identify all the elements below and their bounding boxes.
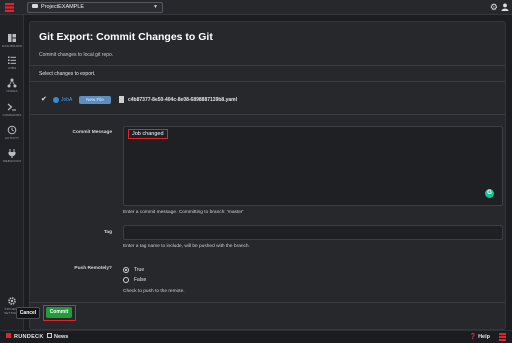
sidebar-item-label: COMMANDS — [2, 113, 22, 117]
commit-button[interactable]: Commit — [46, 307, 72, 318]
sidebar-item-commands[interactable]: COMMANDS — [0, 102, 24, 117]
jobs-list-icon — [8, 56, 16, 64]
news-link[interactable]: News — [47, 333, 69, 340]
webhook-icon — [8, 149, 16, 158]
project-selector[interactable]: ProjectEXAMPLE ▼ — [27, 2, 163, 13]
cancel-button[interactable]: Cancel — [16, 307, 40, 319]
history-icon — [7, 125, 17, 135]
divider — [30, 114, 505, 115]
tag-help-text: Enter a tag name to include, will be pus… — [123, 244, 250, 249]
sidebar-item-nodes[interactable]: NODES — [0, 78, 24, 93]
help-label: Help — [478, 334, 490, 340]
user-icon[interactable] — [501, 3, 509, 11]
folder-icon — [32, 3, 38, 8]
rundeck-brand[interactable]: RUNDECK — [6, 333, 44, 340]
top-bar: ProjectEXAMPLE ▼ ⚙ — [0, 0, 512, 15]
rundeck-mark-icon — [499, 333, 506, 341]
select-changes-label: Select changes to export. — [39, 71, 96, 77]
sidebar-item-activity[interactable]: ACTIVITY — [0, 125, 24, 140]
rundeck-logo-icon — [6, 333, 11, 339]
job-link[interactable]: JobA — [61, 95, 72, 105]
radio-selected-icon[interactable] — [123, 267, 129, 273]
nodes-icon — [7, 78, 17, 88]
gear-icon — [8, 297, 16, 305]
commit-message-textarea[interactable]: Job changed G — [123, 126, 503, 206]
push-help-text: Check to push to the remote. — [123, 289, 185, 294]
news-label: News — [54, 334, 69, 340]
divider — [30, 65, 505, 66]
sidebar-item-webhooks[interactable]: WEBHOOKS — [0, 148, 24, 163]
tag-label: Tag — [103, 230, 112, 235]
radio-label: True — [134, 267, 145, 273]
file-name: c4b87377-8e50-404c-8e08-6898887139b8.yam… — [128, 97, 237, 103]
sidebar-item-label: NODES — [6, 89, 18, 93]
help-circle-icon: ❓ — [469, 334, 477, 340]
commit-button-highlight: Commit — [43, 305, 76, 321]
new-file-badge: New File — [79, 96, 111, 104]
grammarly-icon[interactable]: G — [485, 189, 494, 198]
project-name: ProjectEXAMPLE — [41, 4, 85, 10]
gear-icon[interactable]: ⚙ — [490, 2, 498, 12]
commit-message-text: Job changed — [128, 129, 168, 139]
sidebar-item-label: DASHBOARD — [2, 44, 22, 48]
sidebar-item-dashboard[interactable]: DASHBOARD — [0, 33, 24, 48]
page-subtitle: Commit changes to local git repo. — [39, 52, 114, 58]
brand-name: RUNDECK — [14, 334, 44, 340]
news-icon — [47, 333, 52, 339]
radio-label: False — [134, 277, 147, 283]
sidebar-item-label: ACTIVITY — [4, 136, 20, 140]
main-content: Git Export: Commit Changes to Git Commit… — [24, 15, 506, 330]
info-dot-icon — [53, 97, 59, 103]
divider — [30, 302, 505, 303]
terminal-icon — [7, 103, 16, 111]
commit-message-label: Commit Message — [72, 130, 112, 135]
rundeck-logo-icon[interactable] — [5, 3, 14, 12]
file-icon — [119, 96, 124, 103]
tag-input[interactable] — [123, 225, 503, 240]
commit-panel: Git Export: Commit Changes to Git Commit… — [29, 21, 506, 330]
sidebar: DASHBOARD JOBS NODES COMMANDS ACTIVITY W… — [0, 15, 24, 330]
bottom-bar: RUNDECK News ❓ Help — [0, 330, 512, 343]
divider — [30, 81, 505, 82]
push-remotely-label: Push Remotely? — [74, 266, 112, 271]
radio-unselected-icon[interactable] — [123, 277, 129, 283]
help-link[interactable]: ❓ Help — [470, 334, 490, 340]
dashboard-icon — [8, 34, 16, 42]
page-title: Git Export: Commit Changes to Git — [39, 31, 213, 43]
sidebar-item-label: WEBHOOKS — [2, 159, 22, 163]
commit-help-text: Enter a commit message. Committing to br… — [123, 210, 244, 215]
sidebar-item-label: JOBS — [7, 66, 17, 70]
checkbox-checked-icon[interactable]: ✔ — [41, 96, 47, 104]
chevron-down-icon: ▼ — [153, 4, 158, 10]
sidebar-item-jobs[interactable]: JOBS — [0, 55, 24, 70]
